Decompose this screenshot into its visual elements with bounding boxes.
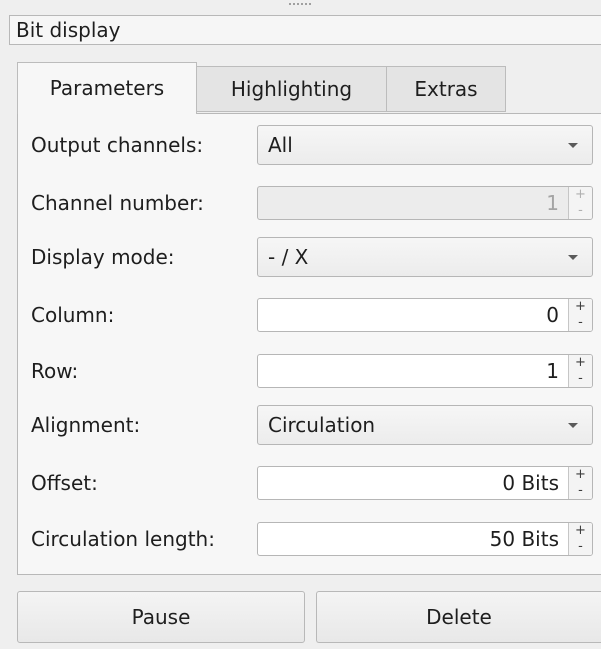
increment-icon[interactable]: + [569, 467, 592, 483]
increment-icon[interactable]: + [569, 355, 592, 371]
channel-number-value: 1 [546, 191, 559, 215]
column-label: Column: [31, 303, 115, 327]
column-spinbox[interactable]: 0 + - [257, 298, 593, 332]
row-spinbox[interactable]: 1 + - [257, 354, 593, 388]
display-mode-value: - / X [268, 245, 309, 269]
offset-label: Offset: [31, 471, 98, 495]
channel-number-spinbox[interactable]: 1 + - [257, 186, 593, 220]
decrement-icon[interactable]: - [569, 539, 592, 555]
row-label: Row: [31, 359, 79, 383]
circulation-length-stepper: + - [568, 523, 592, 555]
alignment-label: Alignment: [31, 413, 141, 437]
row-stepper: + - [568, 355, 592, 387]
circulation-length-label: Circulation length: [31, 527, 215, 551]
column-stepper: + - [568, 299, 592, 331]
offset-spinbox[interactable]: 0 Bits + - [257, 466, 593, 500]
increment-icon[interactable]: + [569, 187, 592, 203]
display-mode-select[interactable]: - / X [257, 237, 593, 277]
alignment-select[interactable]: Circulation [257, 405, 593, 445]
parameters-form: Output channels: All Channel number: 1 +… [0, 0, 601, 649]
circulation-length-spinbox[interactable]: 50 Bits + - [257, 522, 593, 556]
output-channels-label: Output channels: [31, 133, 204, 157]
alignment-value: Circulation [268, 413, 376, 437]
increment-icon[interactable]: + [569, 299, 592, 315]
circulation-length-value: 50 Bits [489, 527, 559, 551]
display-mode-label: Display mode: [31, 245, 175, 269]
decrement-icon[interactable]: - [569, 315, 592, 331]
channel-number-label: Channel number: [31, 191, 204, 215]
offset-stepper: + - [568, 467, 592, 499]
decrement-icon[interactable]: - [569, 483, 592, 499]
row-value: 1 [546, 359, 559, 383]
column-value: 0 [546, 303, 559, 327]
offset-value: 0 Bits [502, 471, 559, 495]
channel-number-stepper: + - [568, 187, 592, 219]
output-channels-select[interactable]: All [257, 125, 593, 165]
decrement-icon[interactable]: - [569, 203, 592, 219]
chevron-down-icon [568, 143, 578, 148]
chevron-down-icon [568, 255, 578, 260]
increment-icon[interactable]: + [569, 523, 592, 539]
chevron-down-icon [568, 423, 578, 428]
decrement-icon[interactable]: - [569, 371, 592, 387]
output-channels-value: All [268, 133, 293, 157]
